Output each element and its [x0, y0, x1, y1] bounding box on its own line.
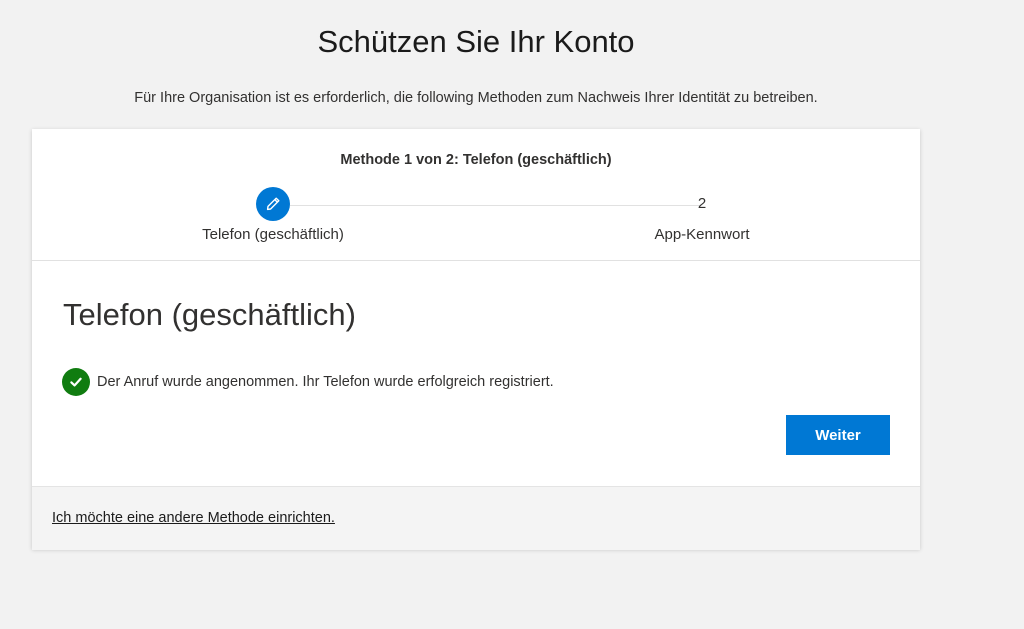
step-1-label: Telefon (geschäftlich): [202, 226, 344, 243]
success-text: Der Anruf wurde angenommen. Ihr Telefon …: [97, 374, 554, 390]
pencil-icon: [266, 197, 280, 211]
step-1-indicator: [256, 187, 290, 221]
setup-card: Methode 1 von 2: Telefon (geschäftlich) …: [32, 129, 920, 550]
other-method-link[interactable]: Ich möchte eine andere Methode einrichte…: [52, 510, 335, 526]
success-message: Der Anruf wurde angenommen. Ihr Telefon …: [62, 367, 554, 397]
next-button[interactable]: Weiter: [786, 415, 890, 455]
step-2-label: App-Kennwort: [654, 226, 750, 243]
step-connector-line: [290, 205, 700, 206]
section-title: Telefon (geschäftlich): [63, 297, 356, 332]
page-subtitle: Für Ihre Organisation ist es erforderlic…: [134, 90, 818, 106]
method-heading: Methode 1 von 2: Telefon (geschäftlich): [340, 152, 612, 168]
card-footer: Ich möchte eine andere Methode einrichte…: [32, 486, 920, 550]
check-circle-icon: [62, 368, 90, 396]
checkmark-icon: [70, 377, 82, 387]
stepper: Methode 1 von 2: Telefon (geschäftlich) …: [32, 129, 920, 261]
step-2-number: 2: [697, 195, 707, 212]
page-title: Schützen Sie Ihr Konto: [317, 24, 635, 59]
